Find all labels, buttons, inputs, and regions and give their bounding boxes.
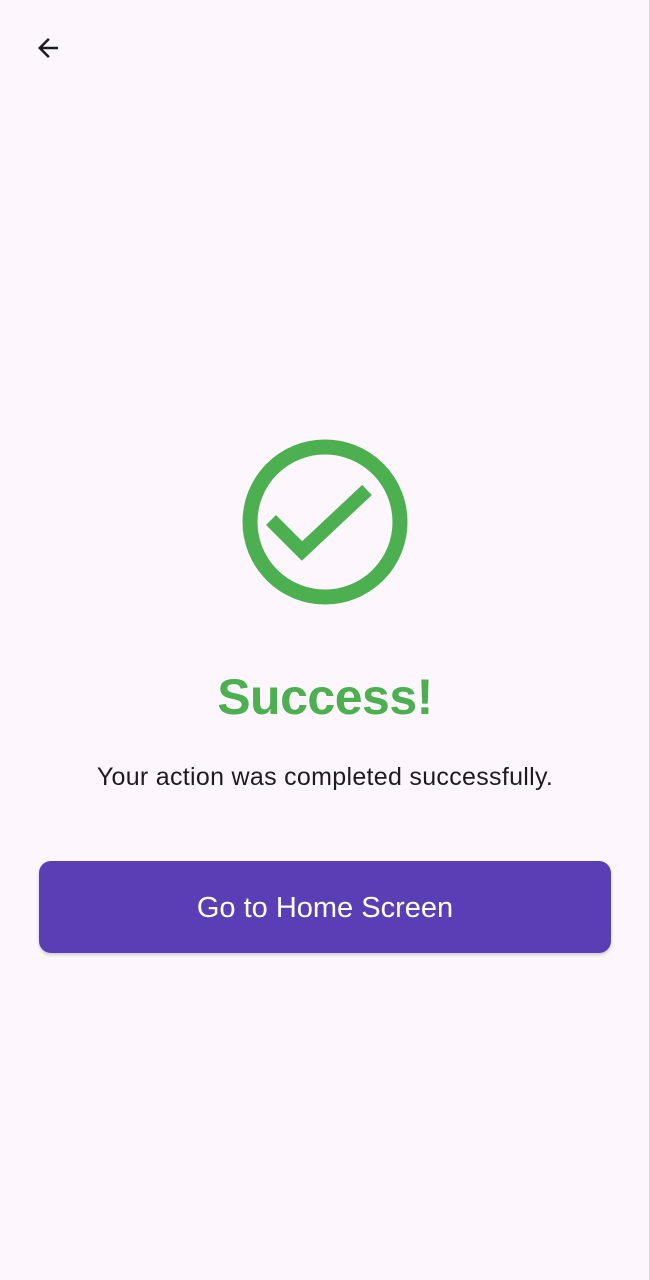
success-message: Your action was completed successfully. <box>96 763 554 791</box>
success-screen: Success! Your action was completed succe… <box>0 0 650 1280</box>
arrow-back-icon <box>33 33 63 63</box>
back-button[interactable] <box>20 20 76 76</box>
check-mark <box>266 484 372 561</box>
arrow-back-shape <box>38 38 58 58</box>
go-home-button[interactable]: Go to Home Screen <box>39 861 611 953</box>
success-title: Success! <box>217 669 433 725</box>
check-circle-icon <box>241 438 409 606</box>
